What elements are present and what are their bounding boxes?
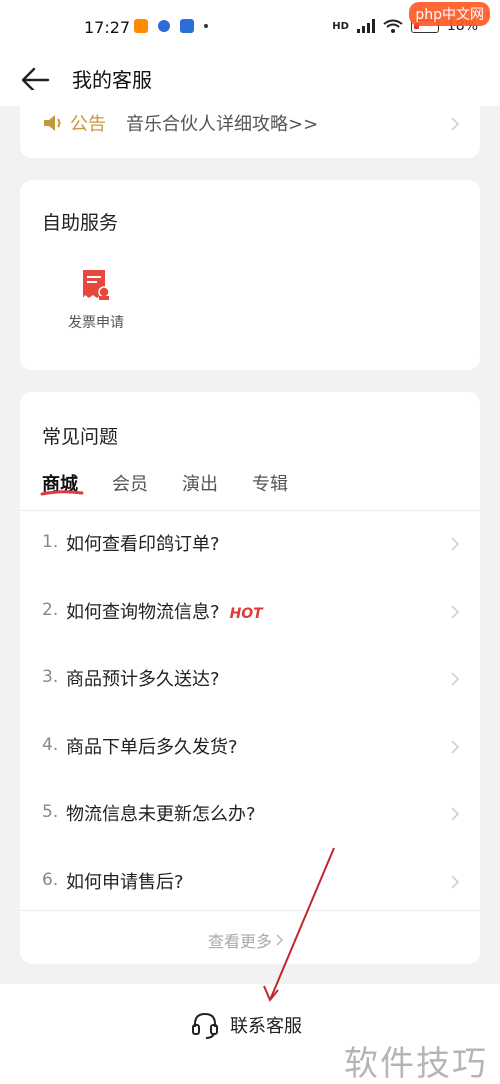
faq-list: 1. 如何查看印鸽订单? 2. 如何查询物流信息? HOT 3. 商品预计多久送达…	[20, 510, 480, 915]
tab-mall[interactable]: 商城	[40, 470, 84, 496]
hot-badge: HOT	[229, 605, 263, 622]
faq-item-number: 2.	[42, 599, 59, 620]
faq-item[interactable]: 6. 如何申请售后?	[20, 848, 480, 916]
tab-active-indicator	[40, 490, 84, 496]
view-more-label: 查看更多	[208, 932, 273, 951]
faq-item-text: 商品下单后多久发货?	[66, 736, 238, 758]
faq-item-text: 如何查看印鸽订单?	[66, 534, 220, 555]
view-more-button[interactable]: 查看更多	[208, 928, 284, 952]
faq-item-number: 5.	[42, 802, 59, 822]
invoice-apply-button[interactable]: 发票申请	[56, 268, 136, 332]
contact-service-label: 联系客服	[230, 1016, 302, 1037]
wifi-icon	[383, 19, 403, 33]
tab-album[interactable]: 专辑	[252, 470, 288, 496]
app-notification-icon	[158, 20, 170, 32]
chevron-right-icon	[451, 537, 460, 551]
chevron-right-icon	[451, 739, 460, 754]
network-label: HD	[332, 20, 349, 32]
chevron-right-icon	[451, 874, 460, 889]
signal-icon	[356, 19, 375, 33]
chevron-right-icon	[451, 604, 460, 619]
watermark-badge: php中文网	[409, 2, 490, 26]
faq-item[interactable]: 2. 如何查询物流信息? HOT	[20, 578, 480, 646]
faq-item[interactable]: 1. 如何查看印鸽订单?	[20, 510, 480, 578]
faq-title: 常见问题	[42, 426, 119, 448]
faq-card: 常见问题 商城 会员 演出 专辑 1. 如何查看印鸽订单? 2. 如何查询物流信…	[20, 392, 480, 964]
faq-item-text: 如何查询物流信息?	[66, 601, 220, 623]
tab-membership[interactable]: 会员	[112, 470, 148, 496]
status-bar: 17:27 HD 18% php中文网	[0, 0, 500, 56]
invoice-icon	[83, 270, 110, 300]
page-title: 我的客服	[72, 68, 152, 92]
notice-text: 音乐合伙人详细攻略>>	[126, 114, 319, 135]
chevron-right-icon	[276, 934, 284, 946]
headset-icon	[192, 1012, 218, 1039]
tab-performance[interactable]: 演出	[182, 470, 218, 496]
contact-service-button[interactable]: 联系客服	[190, 1010, 302, 1040]
faq-item[interactable]: 3. 商品预计多久送达?	[20, 645, 480, 713]
status-time: 17:27	[84, 18, 131, 37]
notice-tag: 公告	[70, 114, 106, 135]
faq-item-number: 6.	[42, 869, 59, 890]
notice-row: 公告 音乐合伙人详细攻略>>	[42, 110, 318, 136]
app-notification-icon	[134, 19, 148, 33]
self-service-card: 自助服务 发票申请	[20, 180, 480, 370]
notice-card[interactable]: 公告 音乐合伙人详细攻略>>	[20, 90, 480, 158]
app-notification-icon	[180, 19, 194, 33]
faq-item[interactable]: 4. 商品下单后多久发货?	[20, 713, 480, 781]
faq-item-number: 3.	[42, 667, 59, 687]
invoice-label: 发票申请	[68, 315, 124, 331]
faq-item-text-row: 如何查询物流信息? HOT	[66, 598, 263, 624]
status-notification-icons	[134, 19, 208, 33]
faq-item-text: 商品预计多久送达?	[66, 669, 220, 690]
chevron-right-icon	[451, 807, 460, 821]
speaker-icon	[44, 115, 61, 131]
faq-item[interactable]: 5. 物流信息未更新怎么办?	[20, 780, 480, 848]
watermark-text: 软件技巧	[344, 1044, 488, 1084]
chevron-right-icon	[451, 672, 460, 686]
faq-item-number: 4.	[42, 734, 59, 755]
faq-tabs: 商城 会员 演出 专辑	[40, 470, 288, 496]
self-service-title: 自助服务	[42, 212, 119, 234]
divider	[20, 910, 480, 911]
faq-item-text: 如何申请售后?	[66, 871, 184, 893]
faq-item-number: 1.	[42, 532, 59, 552]
more-notifications-icon	[204, 24, 208, 28]
faq-item-text: 物流信息未更新怎么办?	[66, 804, 256, 825]
chevron-right-icon	[451, 117, 460, 131]
